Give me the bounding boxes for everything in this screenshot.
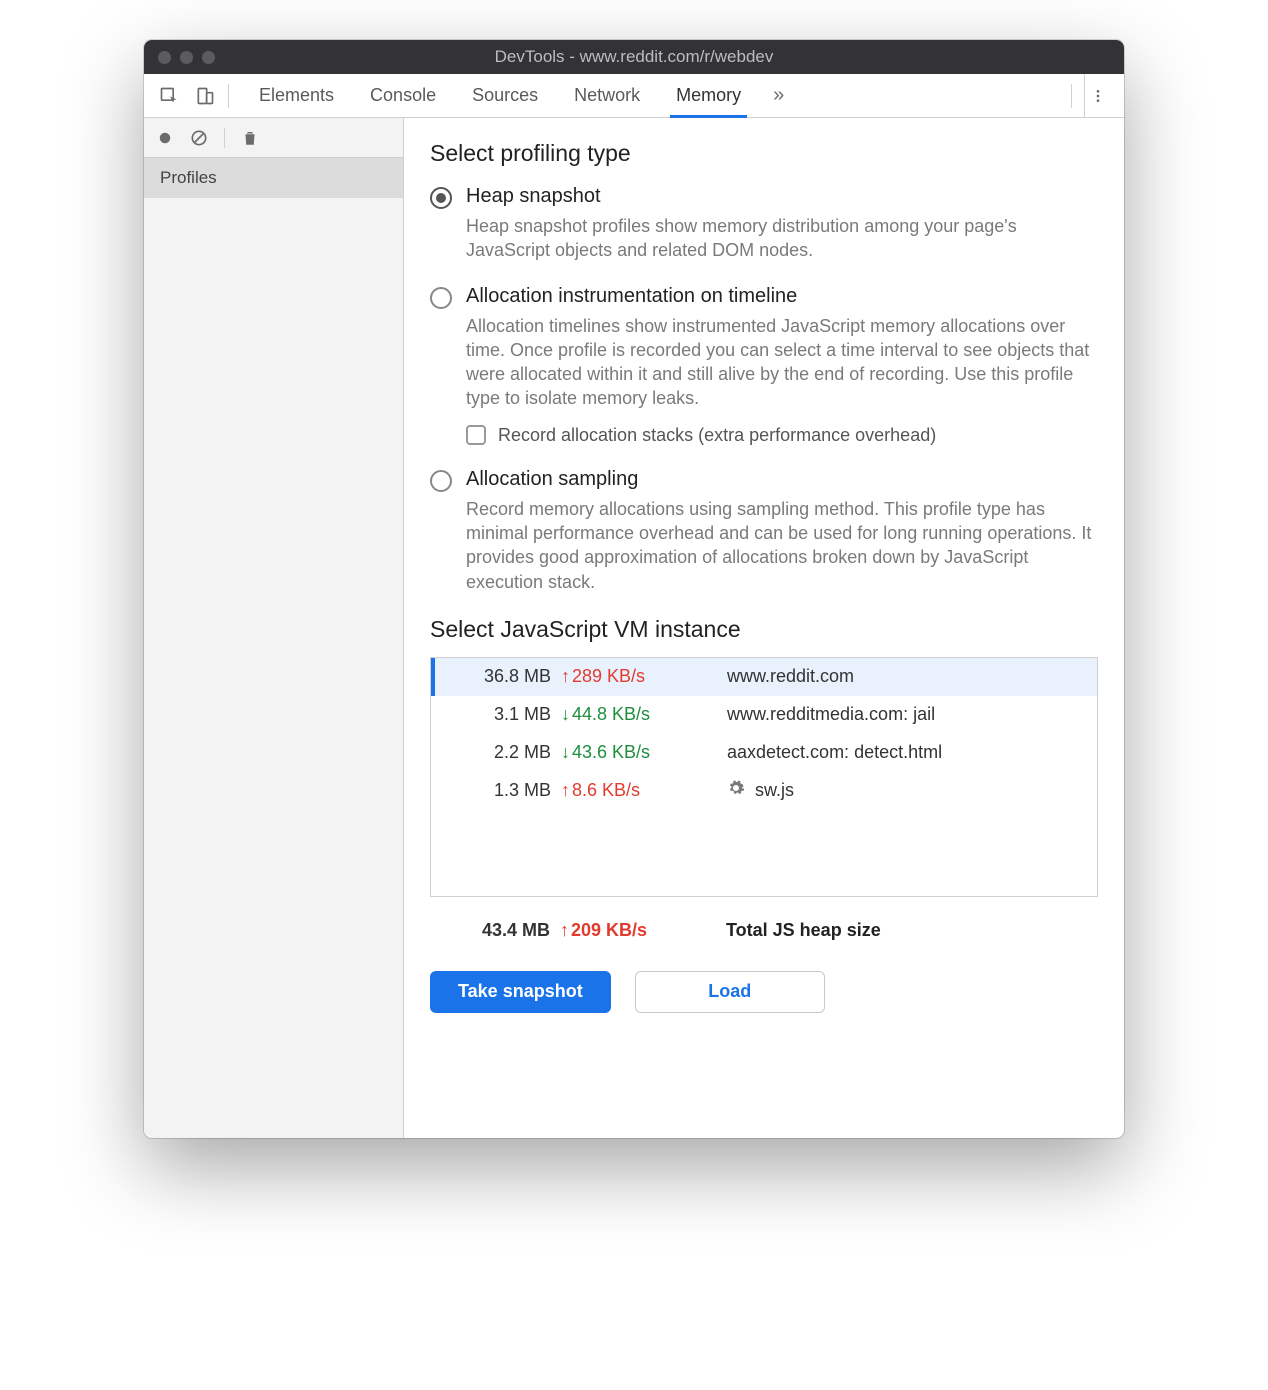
option-title: Allocation instrumentation on timeline [466,285,1098,308]
option-allocation-timeline[interactable]: Allocation instrumentation on timeline A… [430,285,1098,446]
settings-kebab-icon[interactable] [1084,74,1110,117]
devtools-window: DevTools - www.reddit.com/r/webdev Eleme… [144,40,1124,1138]
sidebar: Profiles [144,118,404,1138]
vm-row[interactable]: 1.3 MB↑8.6 KB/ssw.js [431,772,1097,810]
vm-size: 36.8 MB [431,666,561,687]
take-snapshot-button[interactable]: Take snapshot [430,971,611,1013]
vm-row[interactable]: 2.2 MB↓43.6 KB/saaxdetect.com: detect.ht… [431,734,1097,772]
tab-sources[interactable]: Sources [454,74,556,117]
more-tabs-icon[interactable]: » [759,84,798,107]
heading-profiling-type: Select profiling type [430,140,1098,167]
gear-icon [727,779,745,802]
total-rate: ↑ 209 KB/s [560,920,700,941]
vm-rate: ↓43.6 KB/s [561,742,701,763]
vm-row[interactable]: 36.8 MB↑289 KB/swww.reddit.com [431,658,1097,696]
vm-size: 2.2 MB [431,742,561,763]
vm-size: 3.1 MB [431,704,561,725]
tab-elements[interactable]: Elements [241,74,352,117]
divider [224,128,225,148]
window-title: DevTools - www.reddit.com/r/webdev [144,47,1124,67]
checkbox-label: Record allocation stacks (extra performa… [498,425,936,446]
arrow-down-icon: ↓ [561,742,570,763]
sidebar-toolbar [144,118,403,158]
option-desc: Heap snapshot profiles show memory distr… [466,214,1098,263]
minimize-window-button[interactable] [180,51,193,64]
vm-rate: ↓44.8 KB/s [561,704,701,725]
checkbox-record-stacks-row[interactable]: Record allocation stacks (extra performa… [466,425,1098,446]
arrow-up-icon: ↑ [560,920,569,941]
inspect-element-icon[interactable] [158,85,180,107]
delete-icon[interactable] [239,129,261,147]
record-icon[interactable] [154,129,176,147]
traffic-lights [158,51,215,64]
tab-console[interactable]: Console [352,74,454,117]
arrow-up-icon: ↑ [561,666,570,687]
option-title: Allocation sampling [466,468,1098,491]
vm-row[interactable]: 3.1 MB↓44.8 KB/swww.redditmedia.com: jai… [431,696,1097,734]
device-toolbar-icon[interactable] [194,85,216,107]
titlebar: DevTools - www.reddit.com/r/webdev [144,40,1124,74]
vm-size: 1.3 MB [431,780,561,801]
total-label: Total JS heap size [700,920,1098,941]
vm-rate-value: 44.8 KB/s [572,704,650,725]
sidebar-item-profiles[interactable]: Profiles [144,158,403,198]
total-size: 43.4 MB [430,920,560,941]
tab-network[interactable]: Network [556,74,658,117]
radio-allocation-sampling[interactable] [430,470,452,492]
divider [228,84,229,108]
vm-rate-value: 289 KB/s [572,666,645,687]
total-rate-value: 209 KB/s [571,920,647,941]
radio-heap-snapshot[interactable] [430,187,452,209]
button-row: Take snapshot Load [430,971,1098,1013]
vm-rate: ↑289 KB/s [561,666,701,687]
vm-instance-table: 36.8 MB↑289 KB/swww.reddit.com3.1 MB↓44.… [430,657,1098,897]
close-window-button[interactable] [158,51,171,64]
clear-icon[interactable] [188,128,210,148]
vm-rate-value: 8.6 KB/s [572,780,640,801]
radio-allocation-timeline[interactable] [430,287,452,309]
vm-name: aaxdetect.com: detect.html [701,742,1097,763]
tab-memory[interactable]: Memory [658,74,759,117]
vm-rate-value: 43.6 KB/s [572,742,650,763]
option-desc: Allocation timelines show instrumented J… [466,314,1098,411]
divider [1071,84,1072,108]
arrow-down-icon: ↓ [561,704,570,725]
checkbox-record-stacks[interactable] [466,425,486,445]
option-heap-snapshot[interactable]: Heap snapshot Heap snapshot profiles sho… [430,185,1098,263]
vm-name: www.redditmedia.com: jail [701,704,1097,725]
main-panel: Select profiling type Heap snapshot Heap… [404,118,1124,1138]
vm-rate: ↑8.6 KB/s [561,780,701,801]
load-button[interactable]: Load [635,971,825,1013]
total-row: 43.4 MB ↑ 209 KB/s Total JS heap size [430,909,1098,953]
heading-vm-instance: Select JavaScript VM instance [430,616,1098,643]
zoom-window-button[interactable] [202,51,215,64]
tabbar: Elements Console Sources Network Memory … [144,74,1124,118]
body: Profiles Select profiling type Heap snap… [144,118,1124,1138]
arrow-up-icon: ↑ [561,780,570,801]
option-title: Heap snapshot [466,185,1098,208]
vm-name: www.reddit.com [701,666,1097,687]
option-desc: Record memory allocations using sampling… [466,497,1098,594]
option-allocation-sampling[interactable]: Allocation sampling Record memory alloca… [430,468,1098,594]
vm-name: sw.js [701,779,1097,802]
